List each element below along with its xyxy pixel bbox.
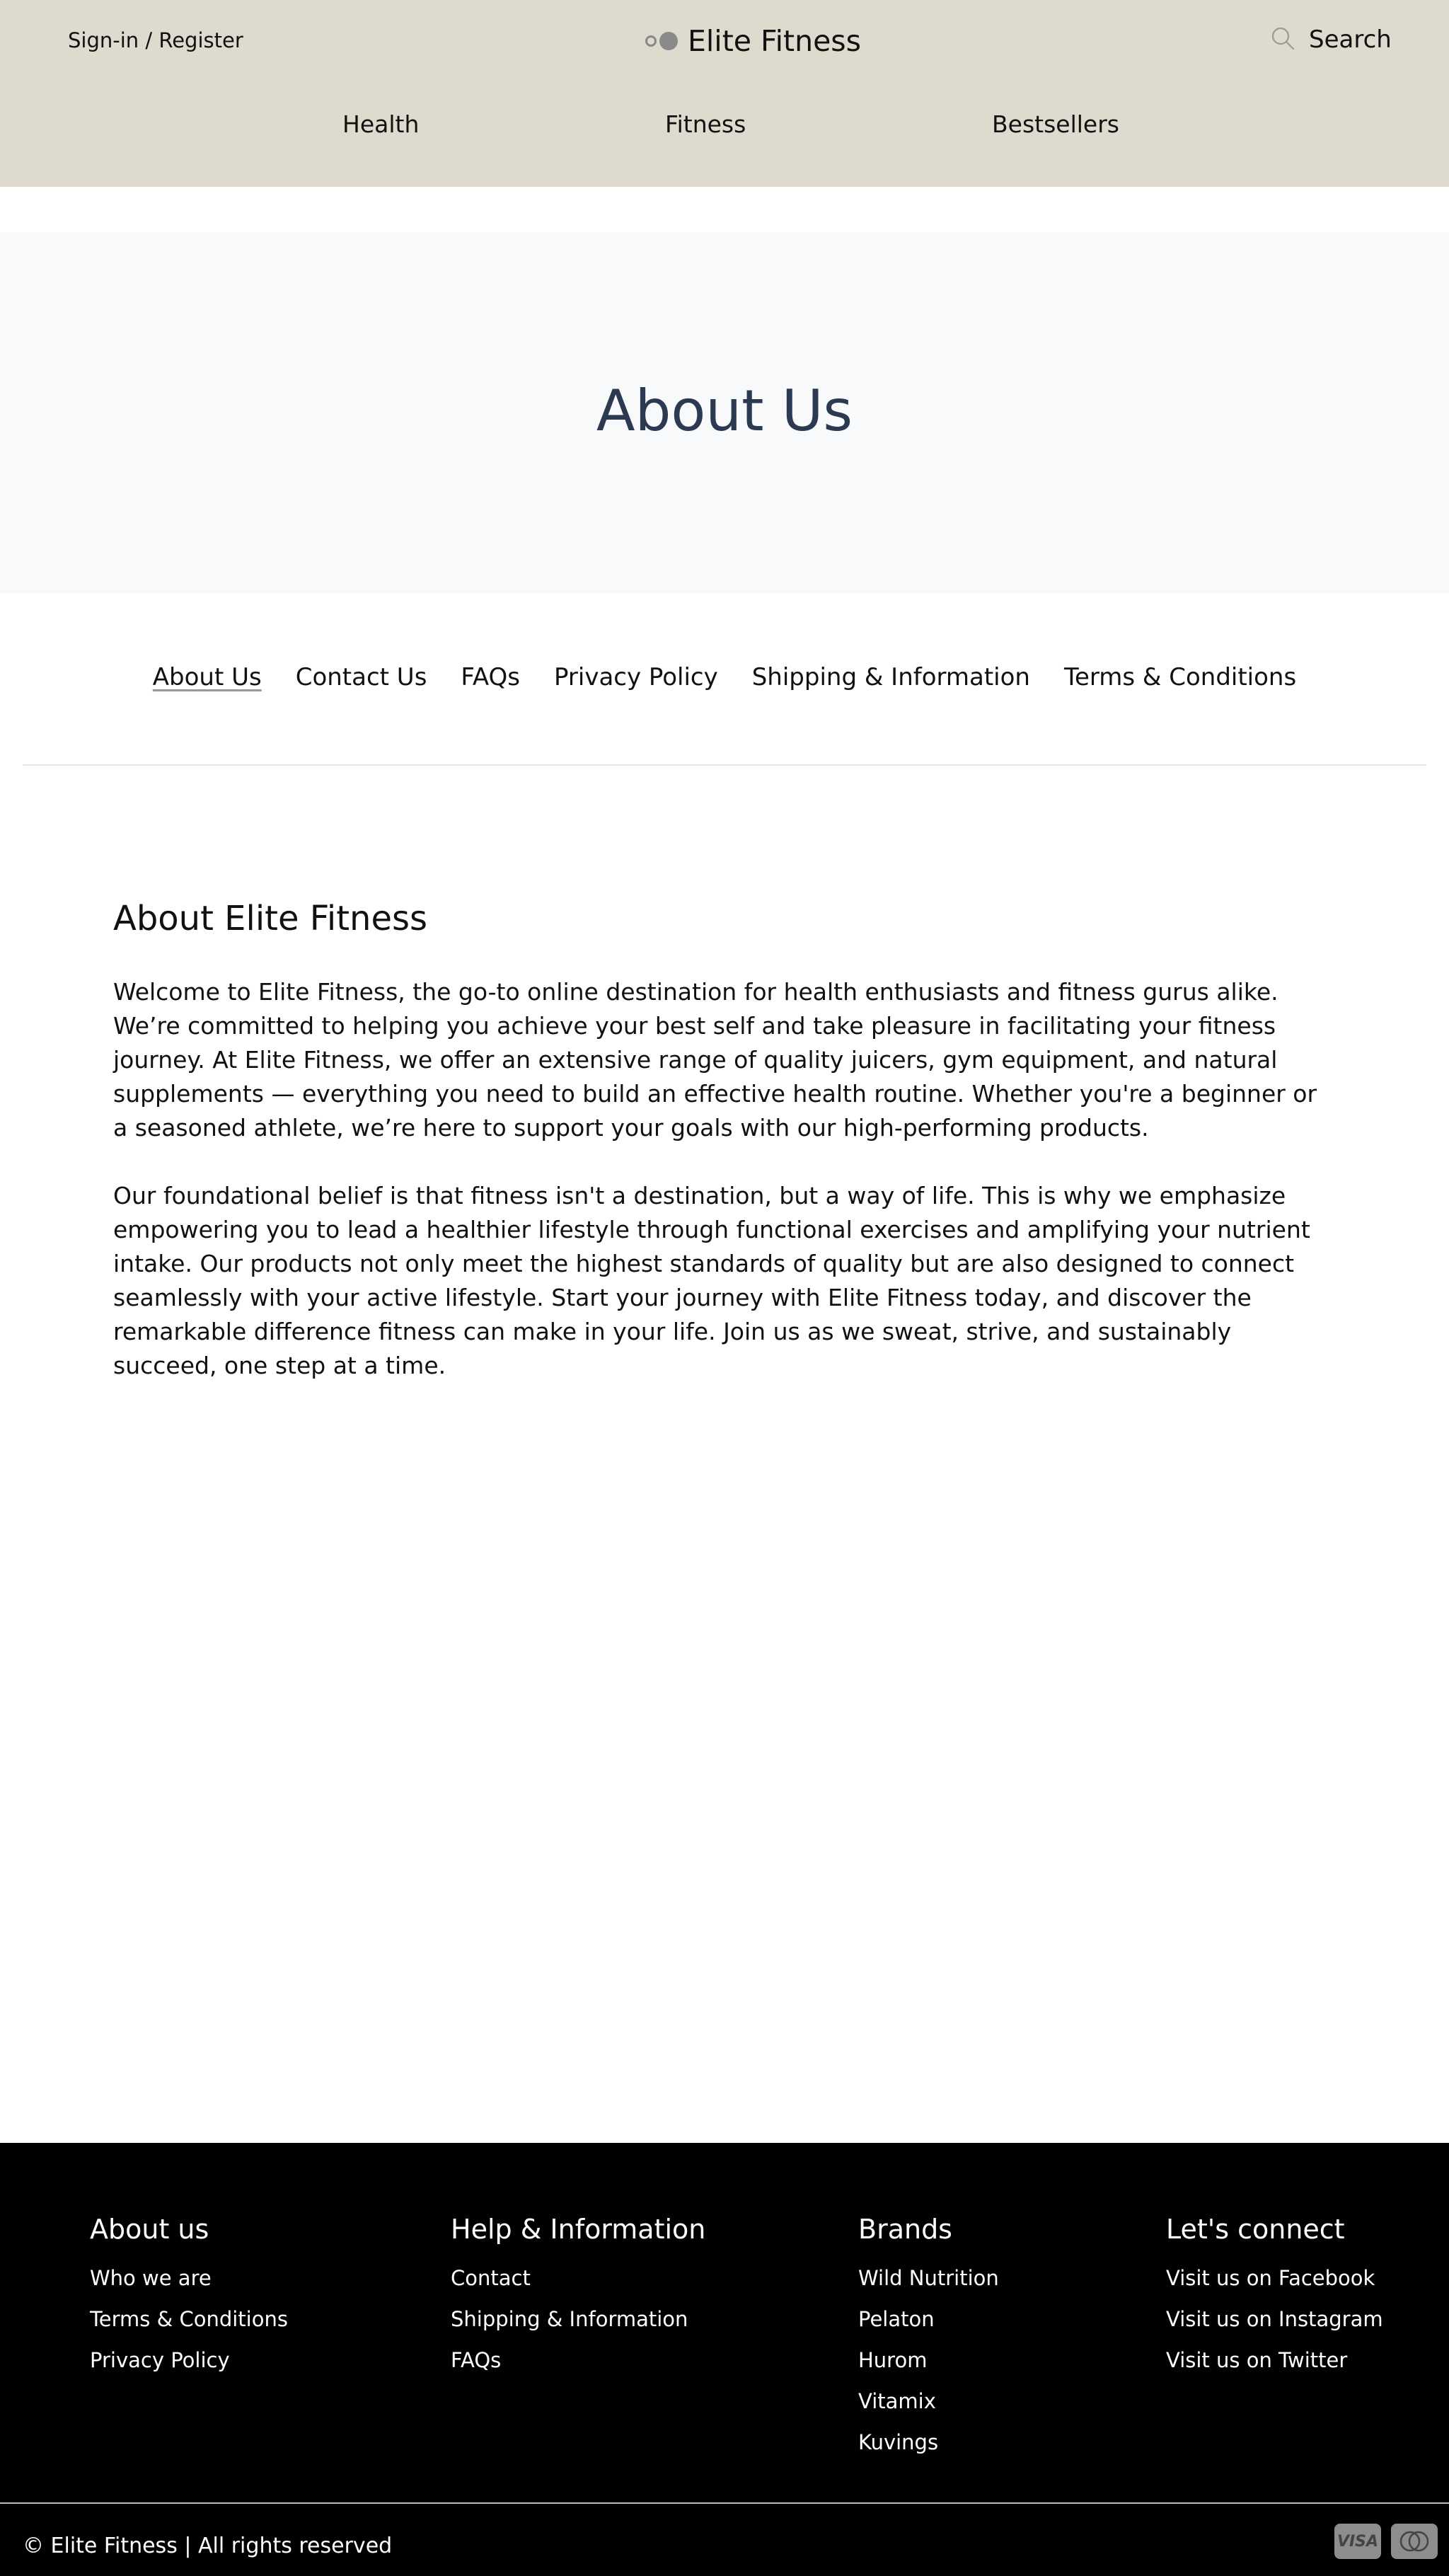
subnav-shipping-information[interactable]: Shipping & Information — [752, 663, 1030, 691]
brand[interactable]: Elite Fitness — [645, 24, 861, 58]
footer-heading: Let's connect — [1166, 2214, 1345, 2245]
subnav-terms-conditions[interactable]: Terms & Conditions — [1064, 663, 1296, 691]
content-paragraph: Welcome to Elite Fitness, the go-to onli… — [113, 978, 1317, 1142]
footer-link[interactable]: FAQs — [451, 2340, 705, 2381]
footer-column-connect: Let's connect Visit us on Facebook Visit… — [1166, 2214, 1383, 2381]
nav-item-health[interactable]: Health — [342, 110, 419, 138]
footer-heading: Help & Information — [451, 2214, 706, 2245]
content-heading: About Elite Fitness — [113, 899, 428, 938]
subnav-faqs[interactable]: FAQs — [461, 663, 520, 691]
footer-link[interactable]: Shipping & Information — [451, 2299, 705, 2340]
search-label: Search — [1309, 25, 1392, 54]
footer-heading: About us — [90, 2214, 209, 2245]
search-icon — [1271, 26, 1295, 53]
brand-name: Elite Fitness — [688, 24, 862, 58]
visa-icon-text: VISA — [1337, 2532, 1379, 2551]
footer-link[interactable]: Pelaton — [858, 2299, 999, 2340]
about-content: About Elite Fitness Welcome to Elite Fit… — [113, 899, 1337, 1417]
subnav-about-us[interactable]: About Us — [153, 663, 262, 691]
footer-link[interactable]: Vitamix — [858, 2381, 999, 2422]
brand-logo-icon — [645, 32, 678, 50]
footer-link[interactable]: Kuvings — [858, 2422, 999, 2463]
content-paragraph: Our foundational belief is that fitness … — [113, 1182, 1310, 1379]
footer-link[interactable]: Contact — [451, 2258, 705, 2299]
info-subnav: About Us Contact Us FAQs Privacy Policy … — [0, 663, 1449, 691]
copyright-text: © Elite Fitness | All rights reserved — [23, 2534, 393, 2558]
nav-item-fitness[interactable]: Fitness — [665, 110, 746, 138]
main-nav: Health Fitness Bestsellers — [0, 110, 1449, 139]
footer-link[interactable]: Privacy Policy — [90, 2340, 288, 2381]
site-header: Sign-in / Register Elite Fitness Search … — [0, 0, 1449, 187]
footer-link[interactable]: Visit us on Twitter — [1166, 2340, 1383, 2381]
signin-register-link[interactable]: Sign-in / Register — [68, 28, 243, 52]
footer-link[interactable]: Hurom — [858, 2340, 999, 2381]
nav-item-bestsellers[interactable]: Bestsellers — [992, 110, 1119, 138]
visa-icon: VISA — [1334, 2524, 1381, 2559]
site-footer: About us Who we are Terms & Conditions P… — [0, 2143, 1449, 2576]
footer-link[interactable]: Wild Nutrition — [858, 2258, 999, 2299]
footer-column-about: About us Who we are Terms & Conditions P… — [90, 2214, 288, 2381]
search-button[interactable]: Search — [1271, 25, 1392, 54]
footer-divider — [0, 2502, 1449, 2504]
footer-heading: Brands — [858, 2214, 952, 2245]
footer-column-help: Help & Information Contact Shipping & In… — [451, 2214, 705, 2381]
subnav-privacy-policy[interactable]: Privacy Policy — [554, 663, 718, 691]
section-divider — [23, 764, 1426, 766]
footer-link[interactable]: Visit us on Instagram — [1166, 2299, 1383, 2340]
footer-link[interactable]: Who we are — [90, 2258, 288, 2299]
mastercard-icon — [1391, 2524, 1438, 2559]
subnav-contact-us[interactable]: Contact Us — [296, 663, 427, 691]
page-title: About Us — [596, 378, 853, 444]
footer-link[interactable]: Visit us on Facebook — [1166, 2258, 1383, 2299]
footer-column-brands: Brands Wild Nutrition Pelaton Hurom Vita… — [858, 2214, 999, 2463]
footer-link[interactable]: Terms & Conditions — [90, 2299, 288, 2340]
